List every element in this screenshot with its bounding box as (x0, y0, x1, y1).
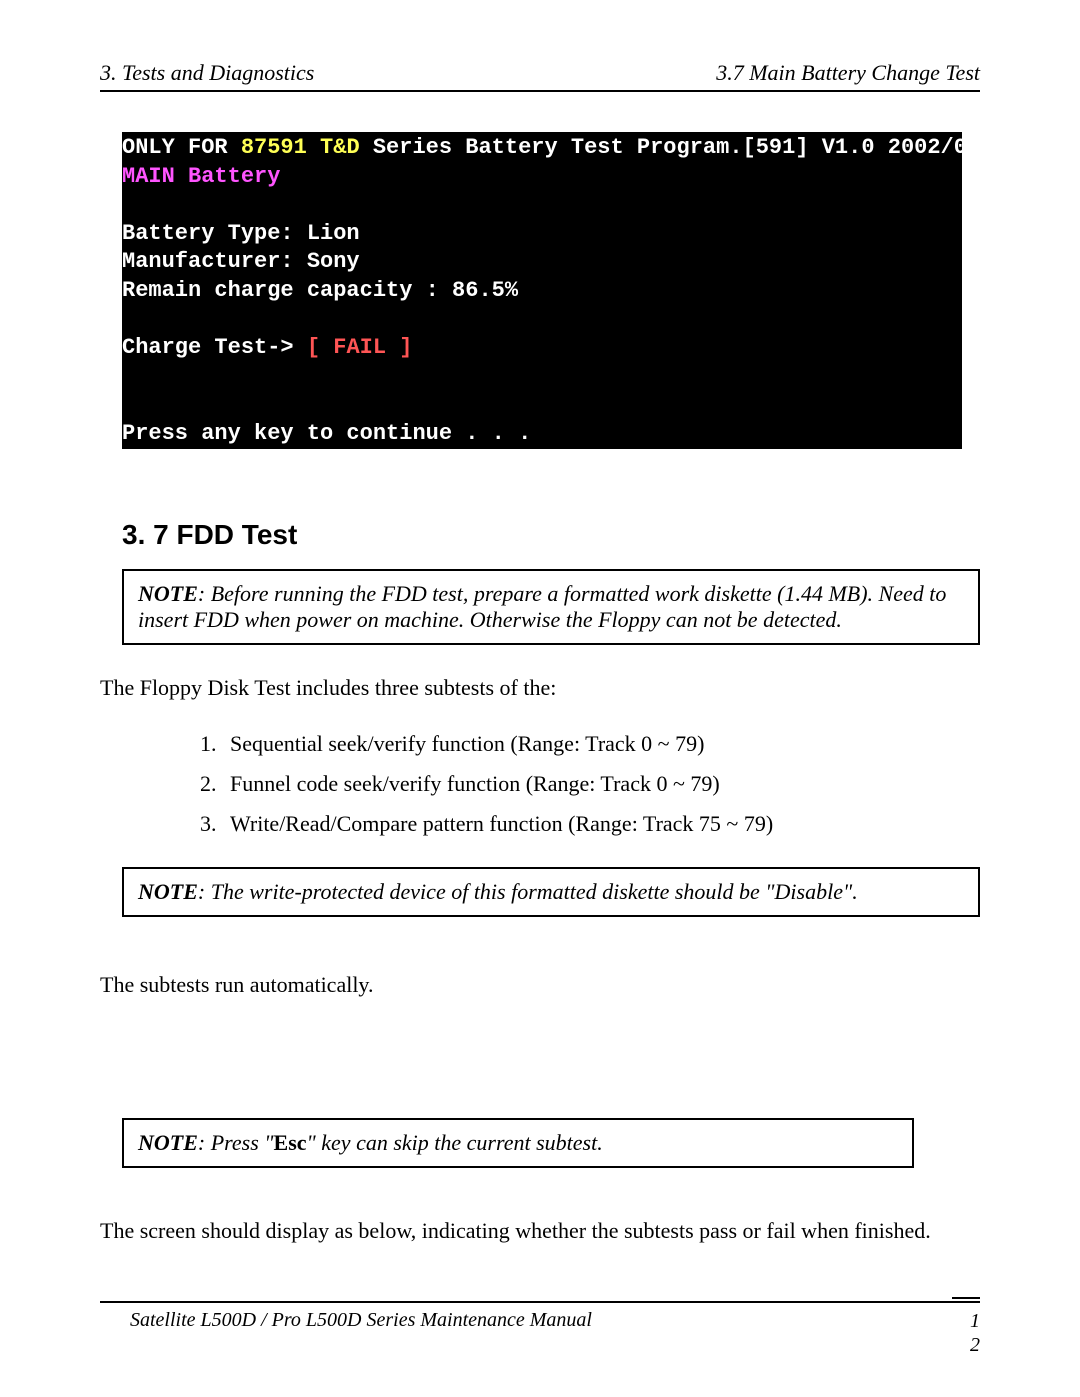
paragraph-3: The screen should display as below, indi… (100, 1218, 980, 1244)
page-number: 1 2 (940, 1309, 980, 1357)
page-footer: Satellite L500D / Pro L500D Series Maint… (100, 1297, 980, 1357)
subtest-list: 1.Sequential seek/verify function (Range… (100, 731, 980, 837)
paragraph-1: The Floppy Disk Test includes three subt… (100, 675, 980, 701)
list-item-text: Sequential seek/verify function (Range: … (230, 731, 704, 757)
list-item-text: Write/Read/Compare pattern function (Ran… (230, 811, 773, 837)
note-box-3: NOTE: Press "Esc" key can skip the curre… (122, 1118, 914, 1168)
list-item: 3.Write/Read/Compare pattern function (R… (200, 811, 980, 837)
note-box-2: NOTE: The write-protected device of this… (122, 867, 980, 917)
terminal-screenshot: ONLY FOR 87591 T&D Series Battery Test P… (122, 132, 962, 449)
note-label: NOTE (138, 1130, 198, 1155)
list-item: 1.Sequential seek/verify function (Range… (200, 731, 980, 757)
footer-title: Satellite L500D / Pro L500D Series Maint… (130, 1309, 592, 1357)
term-line-6: Remain charge capacity : 86.5% (122, 278, 518, 303)
term-line-8a: Charge Test-> (122, 335, 307, 360)
list-item: 2.Funnel code seek/verify function (Rang… (200, 771, 980, 797)
note-text-b: " key can skip the current subtest. (307, 1130, 603, 1155)
term-line-1c: Series Battery Test Program.[591] V1.0 2… (360, 135, 1020, 160)
note-box-1: NOTE: Before running the FDD test, prepa… (122, 569, 980, 645)
term-line-5: Manufacturer: Sony (122, 249, 360, 274)
header-right: 3.7 Main Battery Change Test (716, 60, 980, 86)
list-item-text: Funnel code seek/verify function (Range:… (230, 771, 720, 797)
term-line-2: MAIN Battery (122, 164, 280, 189)
term-line-11: Press any key to continue . . . (122, 421, 531, 446)
paragraph-2: The subtests run automatically. (100, 972, 980, 998)
term-line-1a: ONLY FOR (122, 135, 241, 160)
note-text: : The write-protected device of this for… (198, 879, 858, 904)
header-left: 3. Tests and Diagnostics (100, 60, 314, 86)
page-header: 3. Tests and Diagnostics 3.7 Main Batter… (100, 60, 980, 92)
note-esc-key: Esc (274, 1130, 307, 1155)
note-label: NOTE (138, 581, 198, 606)
note-text-a: : Press " (198, 1130, 274, 1155)
page: 3. Tests and Diagnostics 3.7 Main Batter… (0, 0, 1080, 1397)
term-line-8b: [ FAIL ] (307, 335, 413, 360)
note-label: NOTE (138, 879, 198, 904)
term-line-1b: 87591 T&D (241, 135, 360, 160)
term-line-4: Battery Type: Lion (122, 221, 360, 246)
note-text: : Before running the FDD test, prepare a… (138, 581, 946, 632)
section-title: 3. 7 FDD Test (122, 519, 980, 551)
